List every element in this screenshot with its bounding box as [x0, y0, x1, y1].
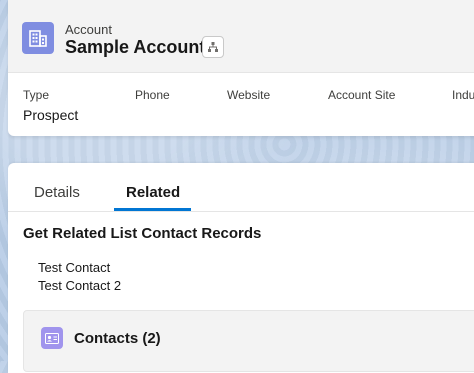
main-content-card: Details Related Get Related List Contact… — [8, 163, 474, 373]
active-tab-indicator — [114, 208, 191, 211]
tab-related[interactable]: Related — [126, 184, 180, 201]
highlight-field-industry: Indu — [452, 88, 474, 107]
highlight-field-type: Type Prospect — [23, 88, 78, 123]
view-hierarchy-button[interactable] — [202, 36, 224, 58]
record-header-top: Account Sample Account — [8, 0, 474, 73]
section-title: Get Related List Contact Records — [23, 225, 262, 242]
field-label: Website — [227, 88, 271, 102]
field-label: Indu — [452, 88, 474, 102]
field-value: Prospect — [23, 107, 79, 123]
field-label: Type — [23, 88, 50, 102]
list-item: Test Contact 2 — [38, 278, 122, 293]
object-type-label: Account — [65, 22, 112, 37]
related-list-title[interactable]: Contacts (2) — [74, 330, 161, 347]
tab-details[interactable]: Details — [34, 184, 80, 201]
hierarchy-icon — [208, 42, 218, 52]
record-name: Sample Account — [65, 37, 206, 57]
highlight-field-account-site: Account Site — [328, 88, 395, 107]
related-list-contacts: Contacts (2) — [23, 310, 474, 372]
contact-card-icon — [41, 327, 63, 349]
record-header: Account Sample Account Type Prospect Pho… — [8, 0, 474, 136]
list-item: Test Contact — [38, 260, 111, 275]
highlight-field-website: Website — [227, 88, 270, 107]
highlight-field-phone: Phone — [135, 88, 170, 107]
field-label: Account Site — [328, 88, 396, 102]
account-icon — [22, 22, 54, 54]
tab-bar: Details Related — [8, 163, 474, 212]
field-label: Phone — [135, 88, 170, 102]
